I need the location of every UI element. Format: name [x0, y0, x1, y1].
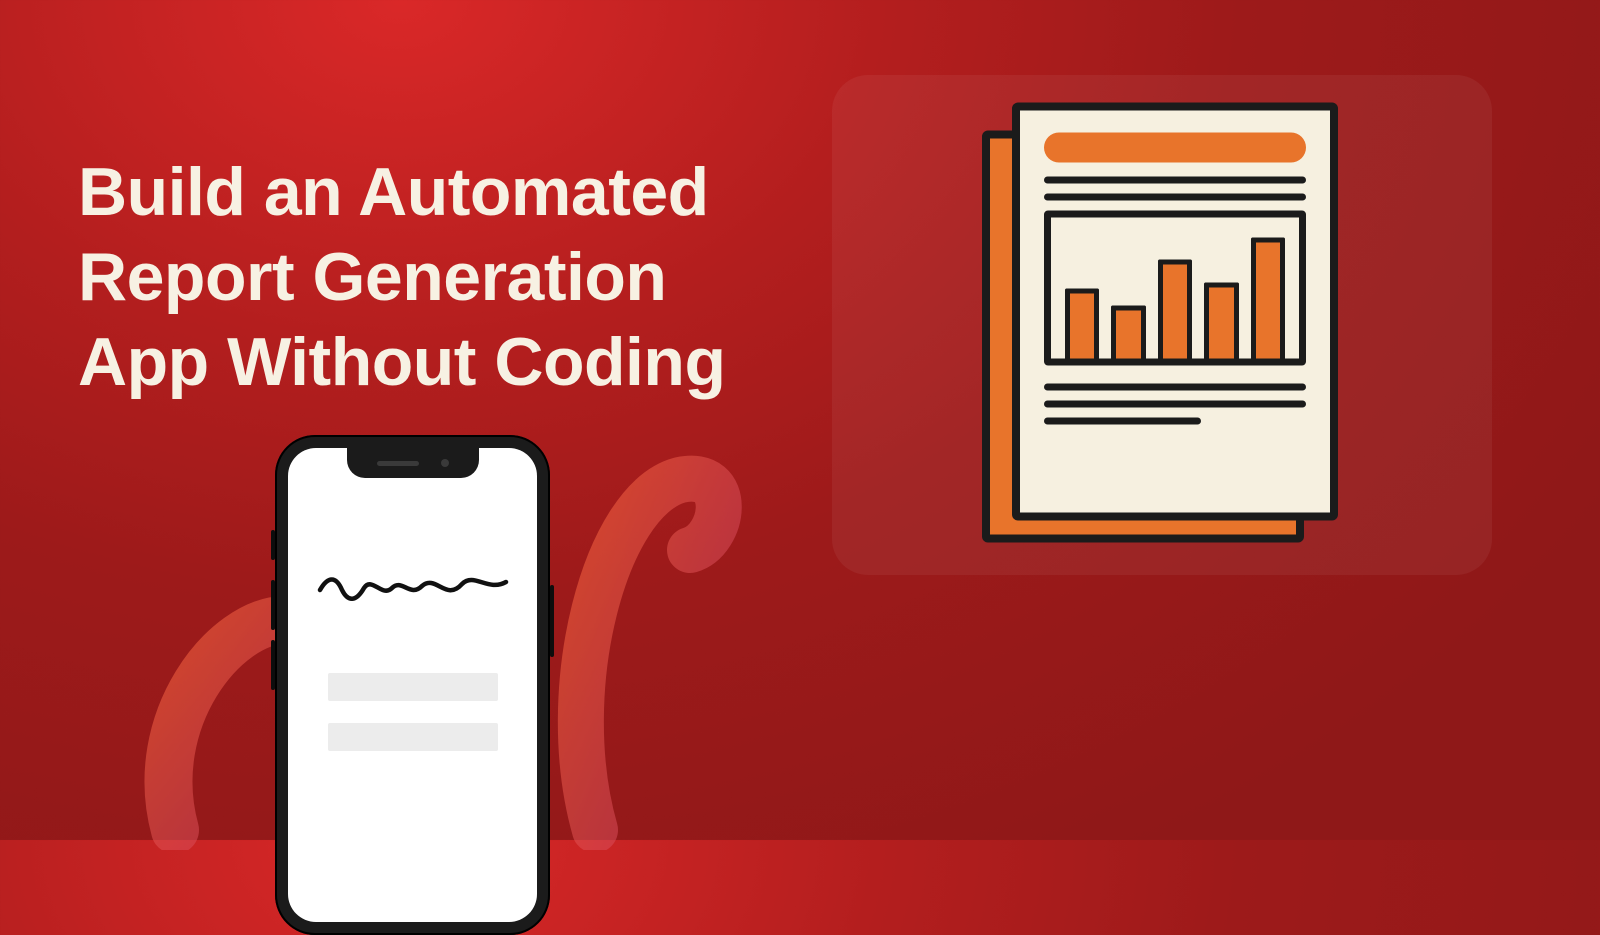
- chart-bar: [1204, 282, 1238, 358]
- headline-line-3: App Without Coding: [78, 324, 726, 400]
- phone-mockup: [275, 435, 550, 935]
- placeholder-line: [328, 723, 498, 751]
- chart-bar: [1158, 259, 1192, 358]
- doc-rule: [1044, 194, 1306, 201]
- doc-rule: [1044, 384, 1306, 391]
- doc-title-bar: [1044, 133, 1306, 163]
- chart-bar: [1251, 238, 1285, 359]
- headline-line-1: Build an Automated: [78, 154, 709, 230]
- phone-notch: [347, 448, 479, 478]
- placeholder-line: [328, 673, 498, 701]
- hero-headline: Build an Automated Report Generation App…: [78, 150, 726, 405]
- chart-bar: [1065, 289, 1099, 359]
- doc-rule: [1044, 401, 1306, 408]
- illustration-card: [832, 75, 1492, 575]
- report-document-icon: [982, 103, 1342, 548]
- phone-screen: [288, 448, 537, 922]
- doc-rule: [1044, 418, 1201, 425]
- chart-bar: [1111, 305, 1145, 358]
- report-bar-chart: [1044, 211, 1306, 366]
- headline-line-2: Report Generation: [78, 239, 666, 315]
- doc-rule: [1044, 177, 1306, 184]
- signature-squiggle-icon: [316, 568, 511, 608]
